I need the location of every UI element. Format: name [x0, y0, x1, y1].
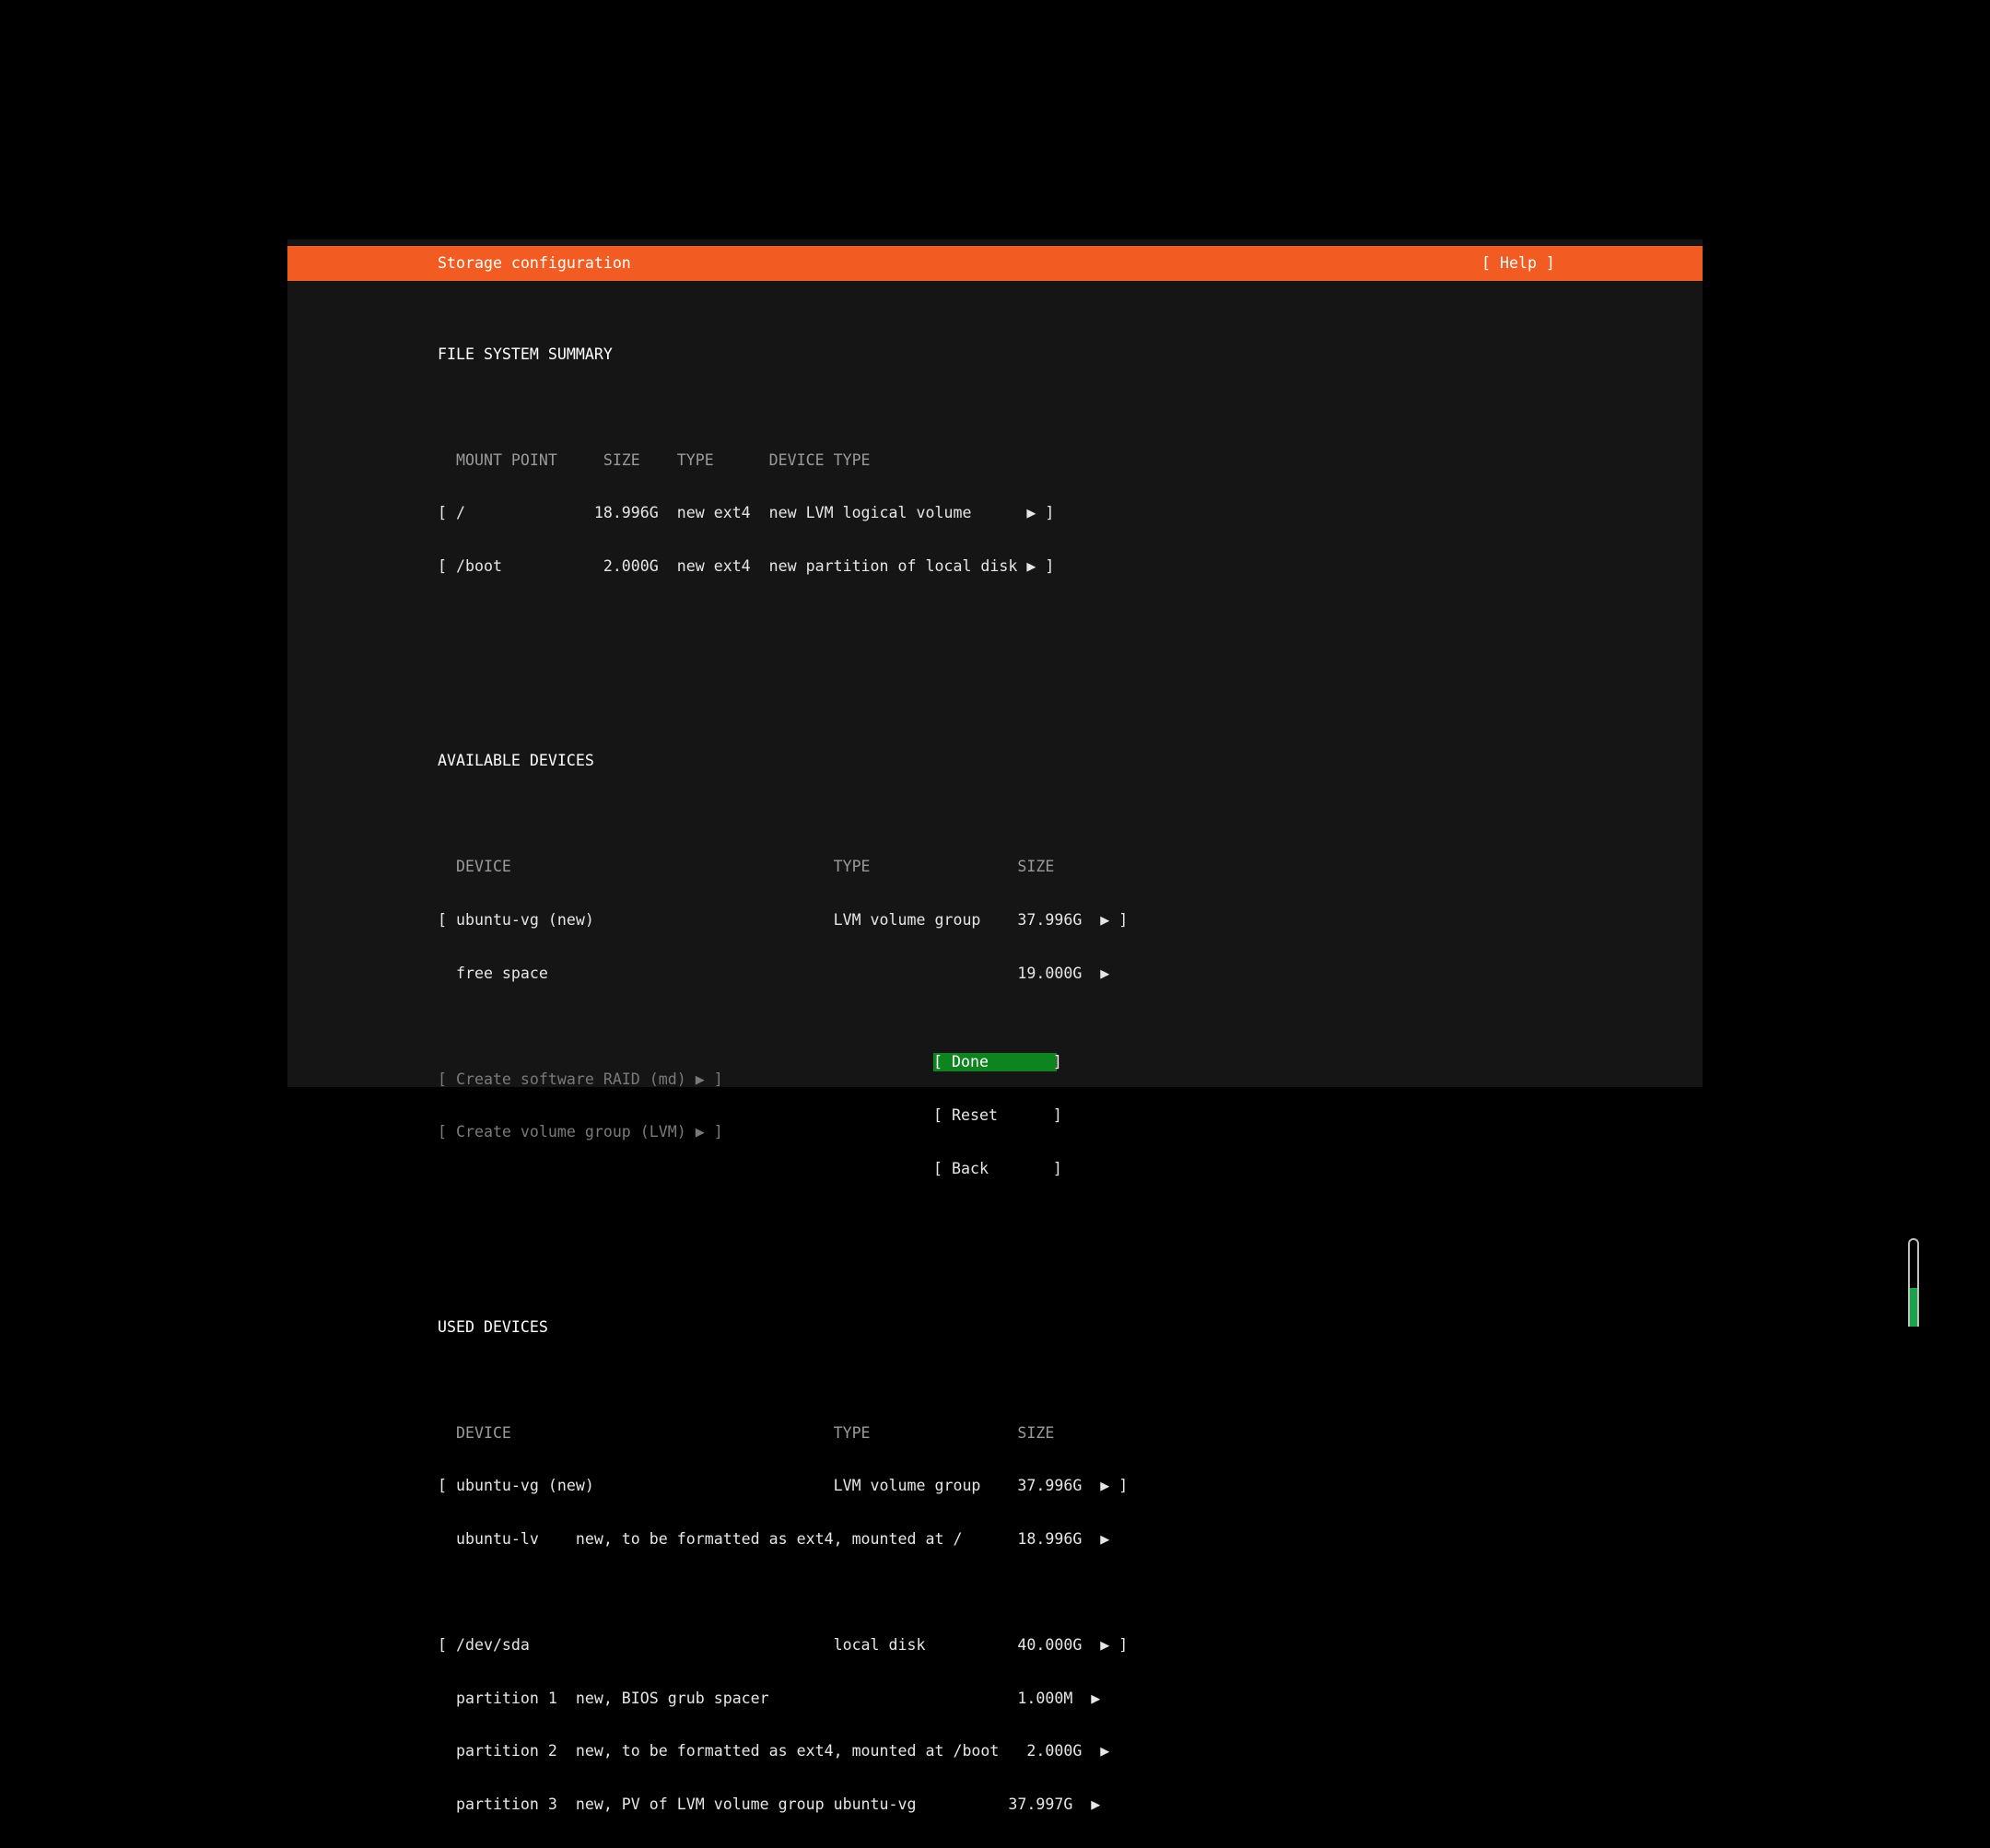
button-group: [ Done ] [ Reset ] [ Back ] — [933, 1018, 1062, 1212]
back-button[interactable]: [ Back ] — [933, 1160, 1062, 1177]
fs-summary-heading: FILE SYSTEM SUMMARY — [438, 345, 613, 363]
available-devices-heading: AVAILABLE DEVICES — [438, 752, 594, 770]
used-device-partition-1[interactable]: partition 1 new, BIOS grub spacer 1.000M… — [438, 1690, 1128, 1707]
used-device-partition-3[interactable]: partition 3 new, PV of LVM volume group … — [438, 1795, 1128, 1813]
help-button[interactable]: [ Help ] — [1481, 254, 1555, 272]
available-free-space[interactable]: free space 19.000G ▶ — [438, 965, 1128, 982]
title-bar: Storage configuration [ Help ] — [287, 246, 1703, 281]
used-device-ubuntu-lv[interactable]: ubuntu-lv new, to be formatted as ext4, … — [438, 1530, 1128, 1548]
done-button[interactable]: [ Done ] — [933, 1053, 1062, 1071]
level-indicator-fill — [1910, 1287, 1917, 1327]
screen: Storage configuration [ Help ] FILE SYST… — [0, 0, 1990, 1813]
available-devices-header: DEVICE TYPE SIZE — [438, 858, 1055, 876]
used-device-ubuntu-vg[interactable]: [ ubuntu-vg (new) LVM volume group 37.99… — [438, 1477, 1128, 1494]
window-title: Storage configuration — [438, 254, 631, 272]
fs-summary-row-boot[interactable]: [ /boot 2.000G new ext4 new partition of… — [438, 557, 1128, 575]
used-device-dev-sda[interactable]: [ /dev/sda local disk 40.000G ▶ ] — [438, 1636, 1128, 1654]
reset-button[interactable]: [ Reset ] — [933, 1106, 1062, 1124]
used-device-partition-2[interactable]: partition 2 new, to be formatted as ext4… — [438, 1742, 1128, 1760]
used-devices-heading: USED DEVICES — [438, 1317, 548, 1336]
fs-summary-row-root[interactable]: [ / 18.996G new ext4 new LVM logical vol… — [438, 504, 1128, 521]
available-device-ubuntu-vg[interactable]: [ ubuntu-vg (new) LVM volume group 37.99… — [438, 911, 1128, 929]
installer-window: Storage configuration [ Help ] FILE SYST… — [287, 240, 1703, 1813]
level-indicator — [1908, 1238, 1919, 1327]
fs-summary-header: MOUNT POINT SIZE TYPE DEVICE TYPE — [438, 450, 871, 469]
used-devices-header: DEVICE TYPE SIZE — [438, 1423, 1055, 1442]
